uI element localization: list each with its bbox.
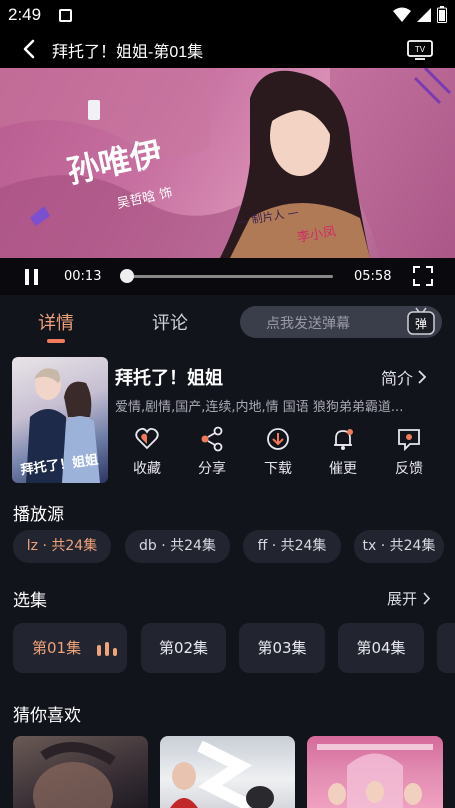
recommend-card-3[interactable] <box>307 736 443 808</box>
sources-title: 播放源 <box>13 505 64 524</box>
notification-app-icon <box>59 9 72 22</box>
danmu-icon-text: 弹 <box>415 317 427 331</box>
fullscreen-icon[interactable] <box>412 265 434 287</box>
video-player[interactable]: 孙唯伊 吴哲晗 饰 — 制片人 — 李小凤 <box>0 68 455 258</box>
system-icons <box>393 6 447 23</box>
pause-icon[interactable] <box>22 267 42 287</box>
chevron-right-icon <box>418 370 427 384</box>
urge-update-button[interactable]: 催更 <box>313 426 373 478</box>
recommend-card-1[interactable] <box>13 736 148 808</box>
expand-episodes-button[interactable]: 展开 <box>387 588 431 609</box>
episode-01[interactable]: 第01集 <box>13 623 127 673</box>
tab-details[interactable]: 详情 <box>38 309 74 335</box>
episode-03[interactable]: 第03集 <box>239 623 325 673</box>
episode-label: 第01集 <box>32 639 82 657</box>
current-time: 00:13 <box>64 269 102 284</box>
source-tx[interactable]: tx · 共24集 <box>354 530 444 563</box>
feedback-label: 反馈 <box>395 461 423 477</box>
show-poster[interactable]: 拜托了！姐姐 <box>12 357 108 483</box>
video-frame: 孙唯伊 吴哲晗 饰 — 制片人 — 李小凤 <box>0 68 455 258</box>
share-icon <box>201 426 223 452</box>
back-arrow-icon[interactable] <box>18 37 42 61</box>
download-label: 下载 <box>264 461 292 477</box>
source-db[interactable]: db · 共24集 <box>125 530 230 563</box>
video-header: 拜托了！姐姐-第01集 TV <box>0 30 455 68</box>
heart-icon <box>135 427 159 450</box>
share-label: 分享 <box>198 461 226 477</box>
intro-link[interactable]: 简介 <box>381 365 427 389</box>
favorite-button[interactable]: 收藏 <box>117 426 177 478</box>
action-row: 收藏 分享 下载 催更 反馈 <box>115 426 445 486</box>
expand-label: 展开 <box>387 590 418 608</box>
tv-cast-icon[interactable]: TV <box>407 38 433 60</box>
tab-comments[interactable]: 评论 <box>152 309 188 335</box>
player-controls: 00:13 05:58 <box>0 258 455 295</box>
playing-indicator-icon <box>97 642 117 656</box>
download-button[interactable]: 下载 <box>248 426 308 478</box>
chevron-right-icon <box>423 592 431 605</box>
danmu-icon[interactable]: 弹 <box>406 307 436 337</box>
feedback-icon <box>398 429 420 452</box>
recommend-card-2[interactable] <box>160 736 295 808</box>
danmu-placeholder: 点我发送弹幕 <box>266 316 350 332</box>
episode-title: 拜托了！姐姐-第01集 <box>52 44 204 61</box>
show-title: 拜托了！姐姐 <box>115 368 223 388</box>
overlay-character-name: 孙唯伊 <box>64 134 166 191</box>
svg-text:TV: TV <box>415 45 426 54</box>
tab-indicator <box>47 339 65 343</box>
episodes-title: 选集 <box>13 591 47 610</box>
source-ff[interactable]: ff · 共24集 <box>243 530 341 563</box>
signal-icon <box>417 7 431 22</box>
progress-knob[interactable] <box>120 269 135 283</box>
status-bar: 2:49 <box>0 0 455 30</box>
source-lz[interactable]: lz · 共24集 <box>13 530 111 563</box>
intro-label: 简介 <box>381 369 414 388</box>
progress-track[interactable] <box>125 275 333 278</box>
episode-04[interactable]: 第04集 <box>338 623 424 673</box>
download-icon <box>267 428 289 450</box>
feedback-button[interactable]: 反馈 <box>379 426 439 478</box>
recommend-title: 猜你喜欢 <box>13 706 81 725</box>
show-tags: 爱情,剧情,国产,连续,内地,情 国语 狼狗弟弟霸道... <box>115 400 404 415</box>
danmu-input[interactable]: 点我发送弹幕 弹 <box>240 306 442 338</box>
bell-icon <box>334 429 353 450</box>
battery-icon <box>437 6 447 23</box>
wifi-icon <box>393 7 411 22</box>
share-button[interactable]: 分享 <box>182 426 242 478</box>
urge-update-label: 催更 <box>329 461 357 477</box>
status-time: 2:49 <box>8 5 42 24</box>
duration: 05:58 <box>354 269 392 284</box>
favorite-label: 收藏 <box>133 461 161 477</box>
episode-05-partial[interactable] <box>437 623 455 673</box>
episode-02[interactable]: 第02集 <box>141 623 226 673</box>
